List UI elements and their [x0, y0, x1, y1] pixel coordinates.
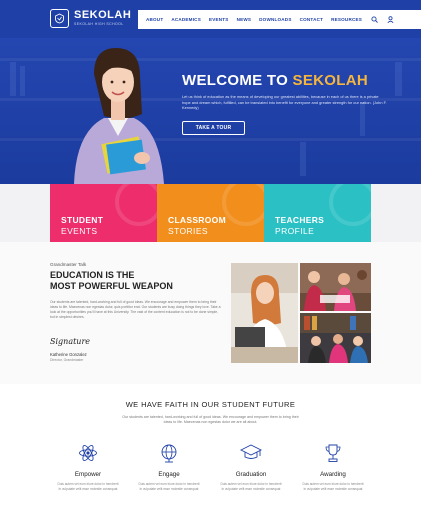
book-decor	[10, 62, 16, 96]
signatory-role: Director, Grandmaster	[50, 358, 84, 362]
box-subtitle: STORIES	[168, 226, 208, 236]
photo-gallery	[231, 263, 371, 363]
book-decor	[300, 142, 306, 176]
feature-title: Engage	[158, 471, 180, 478]
nav-item-contact[interactable]: CONTACT	[300, 17, 324, 22]
feature-boxes: STUDENT EVENTS CLASSROOM STORIES TEACHER…	[50, 184, 371, 242]
feature-text: Duis autem vel eum iriure dolor in hendr…	[220, 482, 282, 491]
signature-image: Signature	[50, 337, 91, 346]
future-section: WE HAVE FAITH IN OUR STUDENT FUTURE Our …	[0, 384, 421, 512]
box-subtitle: EVENTS	[61, 226, 98, 236]
about-text: Our students are talented, hard-working …	[50, 300, 221, 319]
gallery-photo-library-students[interactable]	[300, 313, 371, 363]
student-events-box[interactable]: STUDENT EVENTS	[50, 184, 157, 242]
user-icon[interactable]	[387, 16, 394, 23]
student-photo	[74, 48, 164, 184]
brand-name: SEKOLAH	[74, 9, 132, 21]
feature-text: Duis autem vel eum iriure dolor in hendr…	[57, 482, 119, 491]
gallery-photo-student-laptop[interactable]	[231, 263, 298, 363]
signatory-name: Katherine Gonzalez	[50, 352, 87, 357]
feature-empower[interactable]: Empower Duis autem vel eum iriure dolor …	[48, 442, 128, 492]
hero-title-accent: SEKOLAH	[292, 72, 368, 89]
about-title-line1: EDUCATION IS THE	[50, 270, 135, 280]
box-decor	[115, 184, 157, 226]
book-decor	[395, 62, 402, 96]
crest-icon	[50, 9, 69, 28]
feature-graduation[interactable]: Graduation Duis autem vel eum iriure dol…	[211, 442, 291, 492]
about-title-line2: MOST POWERFUL WEAPON	[50, 281, 173, 291]
book-decor	[20, 66, 25, 96]
graduation-cap-icon	[240, 442, 262, 464]
feature-awarding[interactable]: Awarding Duis autem vel eum iriure dolor…	[293, 442, 373, 492]
trophy-icon	[322, 442, 344, 464]
teachers-profile-box[interactable]: TEACHERS PROFILE	[264, 184, 371, 242]
brand-tagline: SEKOLAH HIGH SCHOOL	[74, 22, 124, 26]
nav-item-about[interactable]: ABOUT	[146, 17, 163, 22]
future-title: WE HAVE FAITH IN OUR STUDENT FUTURE	[125, 400, 296, 409]
box-title: CLASSROOM	[168, 215, 226, 225]
atom-icon	[77, 442, 99, 464]
hero-banner: WELCOME TO SEKOLAH Let us think of educa…	[0, 38, 421, 184]
about-section: Grandmaster Talk EDUCATION IS THE MOST P…	[0, 242, 421, 384]
search-icon[interactable]	[371, 16, 378, 23]
feature-engage[interactable]: Engage Duis autem vel eum iriure dolor i…	[129, 442, 209, 492]
globe-icon	[158, 442, 180, 464]
box-decor	[329, 184, 371, 226]
feature-title: Graduation	[235, 471, 267, 478]
take-a-tour-button[interactable]: TAKE A TOUR	[182, 121, 245, 135]
nav-item-news[interactable]: NEWS	[237, 17, 252, 22]
page: SEKOLAH SEKOLAH HIGH SCHOOL ABOUT ACADEM…	[0, 0, 421, 512]
section-label: Grandmaster Talk	[50, 262, 87, 267]
main-nav: ABOUT ACADEMICS EVENTS NEWS DOWNLOADS CO…	[138, 10, 421, 29]
nav-item-resources[interactable]: RESOURCES	[331, 17, 362, 22]
nav-item-academics[interactable]: ACADEMICS	[171, 17, 201, 22]
box-title: STUDENT	[61, 215, 104, 225]
future-text: Our students are talented, hard-working …	[122, 415, 299, 425]
hero-title-main: WELCOME TO	[182, 72, 293, 89]
site-logo[interactable]: SEKOLAH SEKOLAH HIGH SCHOOL	[50, 9, 131, 28]
hero-quote: Let us think of education as the means o…	[182, 94, 387, 111]
box-decor	[222, 184, 264, 226]
classroom-stories-box[interactable]: CLASSROOM STORIES	[157, 184, 264, 242]
nav-item-events[interactable]: EVENTS	[209, 17, 229, 22]
feature-text: Duis autem vel eum iriure dolor in hendr…	[138, 482, 200, 491]
box-subtitle: PROFILE	[275, 226, 315, 236]
feature-title: Awarding	[320, 471, 346, 478]
hero-title: WELCOME TO SEKOLAH	[182, 72, 368, 89]
gallery-photo-classroom-group[interactable]	[300, 263, 371, 311]
site-header: SEKOLAH SEKOLAH HIGH SCHOOL ABOUT ACADEM…	[0, 0, 421, 38]
box-title: TEACHERS	[275, 215, 325, 225]
nav-item-downloads[interactable]: DOWNLOADS	[259, 17, 291, 22]
feature-text: Duis autem vel eum iriure dolor in hendr…	[302, 482, 364, 491]
feature-title: Empower	[74, 471, 102, 478]
about-title: EDUCATION IS THE MOST POWERFUL WEAPON	[50, 270, 225, 292]
